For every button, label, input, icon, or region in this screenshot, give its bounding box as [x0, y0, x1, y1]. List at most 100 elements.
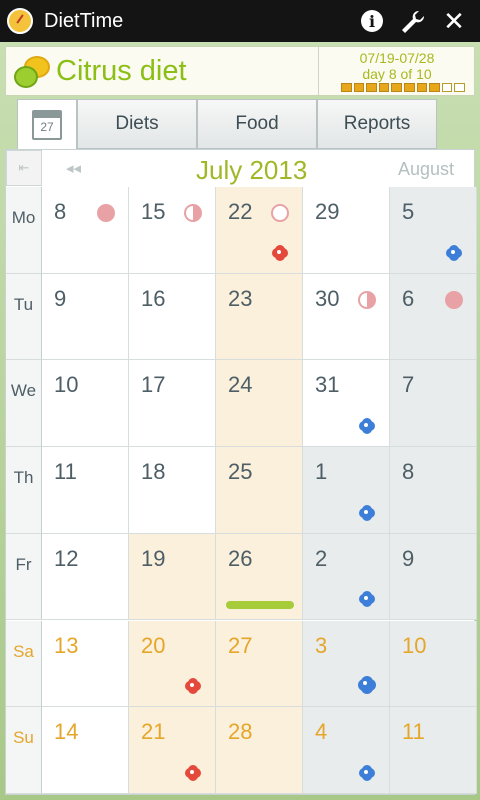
calendar-day-cell[interactable]: 10 — [390, 620, 477, 708]
calendar-day-cell[interactable]: 20 — [129, 620, 216, 708]
calendar-icon: 27 — [32, 109, 62, 140]
calendar-day-cell[interactable]: 5 — [390, 187, 477, 274]
calendar-day-cell[interactable]: 4 — [303, 707, 390, 794]
calendar-day-cell[interactable]: 14 — [42, 707, 129, 794]
calendar-day-cell[interactable]: 24 — [216, 360, 303, 448]
flower-icon — [361, 766, 373, 779]
calendar-day-cell[interactable]: 8 — [42, 187, 129, 274]
calendar-day-cell[interactable]: 31 — [303, 360, 390, 448]
progress-segment — [429, 83, 440, 92]
weekday-label: Tu — [6, 273, 42, 361]
day-number: 8 — [402, 459, 415, 485]
flower-icon — [187, 680, 199, 693]
title-bar: DietTime i ✕ — [0, 0, 480, 42]
progress-segment — [341, 83, 352, 92]
calendar-day-cell[interactable]: 15 — [129, 187, 216, 274]
calendar-grid: Mo 8 15 22 29 5 Tu 9 16 23 30 6 We 10 17 24 31 7 Th 11 18 25 1… — [6, 187, 477, 794]
day-number: 25 — [228, 459, 253, 485]
day-number: 4 — [315, 719, 328, 745]
day-number: 26 — [228, 545, 253, 571]
flower-icon — [361, 593, 373, 606]
calendar-day-cell[interactable]: 21 — [129, 707, 216, 794]
calendar-day-cell[interactable]: 23 — [216, 273, 303, 361]
progress-segment — [441, 83, 453, 92]
calendar-day-cell[interactable]: 10 — [42, 360, 129, 448]
info-icon[interactable]: i — [358, 7, 386, 35]
first-page-button[interactable]: ⇤ — [6, 150, 42, 186]
calendar-day-cell[interactable]: 3 — [303, 620, 390, 708]
calendar-day-cell[interactable]: 9 — [390, 533, 477, 621]
flower-icon — [361, 420, 373, 433]
tab-food[interactable]: Food — [197, 99, 317, 149]
progress-segment — [403, 83, 415, 92]
calendar-day-cell[interactable]: 26 — [216, 533, 303, 621]
day-number: 31 — [315, 372, 340, 398]
day-number: 10 — [402, 632, 427, 658]
wrench-icon[interactable] — [398, 7, 426, 35]
diet-date-range: 07/19-07/28 — [359, 50, 435, 66]
day-number: 11 — [402, 719, 425, 745]
calendar-day-cell[interactable]: 19 — [129, 533, 216, 621]
calendar-day-cell[interactable]: 9 — [42, 273, 129, 361]
calendar-day-cell[interactable]: 29 — [303, 187, 390, 274]
tab-reports[interactable]: Reports — [317, 99, 437, 149]
flower-icon — [274, 246, 286, 259]
calendar-day-cell[interactable]: 7 — [390, 360, 477, 448]
diet-header[interactable]: Citrus diet 07/19-07/28 day 8 of 10 — [5, 46, 475, 96]
calendar-day-cell[interactable]: 27 — [216, 620, 303, 708]
diet-day-count: day 8 of 10 — [362, 66, 432, 82]
calendar: ⇤ ◂◂ July 2013 August Mo 8 15 22 29 5 Tu 9 16 23 3… — [5, 149, 477, 795]
calendar-day-cell[interactable]: 13 — [42, 620, 129, 708]
calendar-day-cell[interactable]: 2 — [303, 533, 390, 621]
calendar-day-cell[interactable]: 8 — [390, 447, 477, 534]
next-month-button[interactable]: August — [398, 159, 454, 180]
calendar-day-cell[interactable]: 30 — [303, 273, 390, 361]
calendar-day-cell[interactable]: 16 — [129, 273, 216, 361]
day-number: 5 — [402, 199, 415, 224]
calendar-day-cell[interactable]: 17 — [129, 360, 216, 448]
progress-segment — [353, 83, 365, 92]
close-icon[interactable]: ✕ — [440, 6, 468, 36]
tab-calendar[interactable]: 27 — [17, 99, 77, 149]
calendar-day-cell[interactable]: 22 — [216, 187, 303, 274]
flower-icon — [360, 678, 374, 693]
flower-icon — [187, 766, 199, 779]
tab-diets[interactable]: Diets — [77, 99, 197, 149]
weekday-label: Th — [6, 447, 42, 534]
calendar-day-cell[interactable]: 11 — [42, 447, 129, 534]
day-number: 12 — [54, 545, 79, 571]
moon-phase-icon — [445, 290, 463, 309]
tab-bar: 27 Diets Food Reports — [17, 99, 437, 149]
weekday-label: Sa — [6, 620, 42, 708]
calendar-day-cell[interactable]: 11 — [390, 707, 477, 794]
month-title: July 2013 — [196, 155, 308, 185]
diet-name: Citrus diet — [56, 55, 187, 87]
app-title: DietTime — [44, 10, 124, 32]
app-icon — [7, 8, 33, 34]
day-number: 11 — [54, 459, 77, 485]
moon-phase-icon — [358, 290, 376, 309]
weekday-label: We — [6, 360, 42, 448]
progress-segment — [416, 83, 428, 92]
calendar-day-cell[interactable]: 12 — [42, 533, 129, 621]
calendar-day-cell[interactable]: 1 — [303, 447, 390, 534]
calendar-day-cell[interactable]: 25 — [216, 447, 303, 534]
day-number: 27 — [228, 632, 253, 658]
day-number: 16 — [141, 285, 166, 311]
day-number: 10 — [54, 372, 79, 398]
prev-month-button[interactable]: ◂◂ — [66, 159, 81, 177]
day-number: 8 — [54, 199, 67, 224]
day-number: 23 — [228, 285, 253, 311]
weekday-label: Mo — [6, 187, 42, 274]
day-number: 6 — [402, 285, 415, 311]
flower-icon — [361, 506, 373, 519]
calendar-day-cell[interactable]: 18 — [129, 447, 216, 534]
diet-progress: 07/19-07/28 day 8 of 10 — [318, 47, 475, 95]
day-number: 14 — [54, 719, 79, 745]
calendar-day-cell[interactable]: 28 — [216, 707, 303, 794]
weekday-label: Fr — [6, 533, 42, 621]
day-number: 7 — [402, 372, 415, 398]
calendar-day-cell[interactable]: 6 — [390, 273, 477, 361]
citrus-icon — [14, 56, 50, 88]
day-number: 20 — [141, 632, 166, 658]
